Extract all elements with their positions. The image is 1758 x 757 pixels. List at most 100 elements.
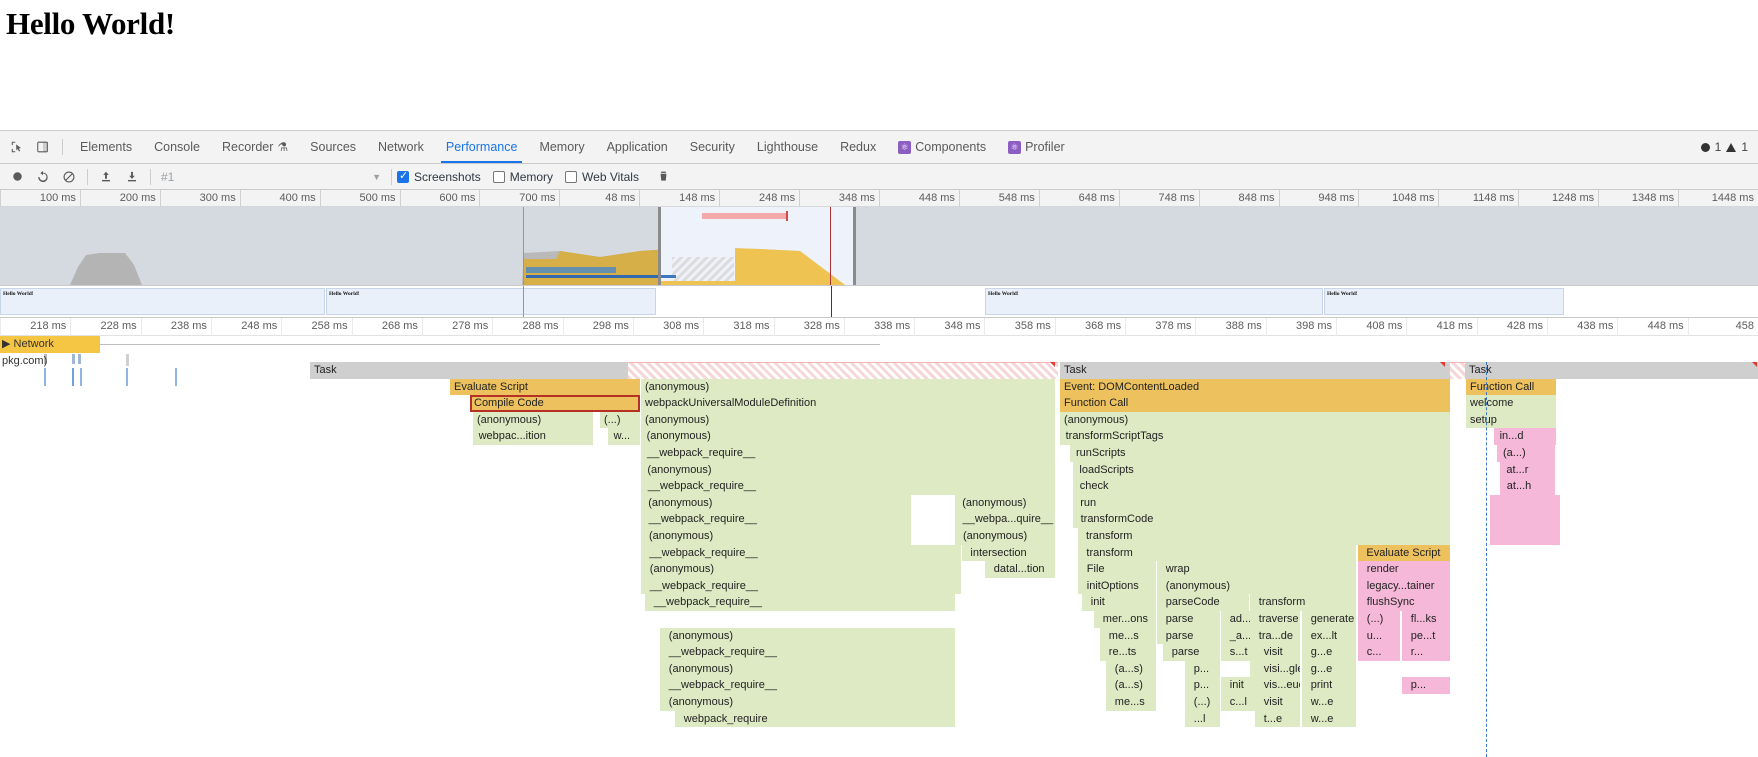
flamechart-bar[interactable]: Function Call xyxy=(1060,395,1450,412)
flamechart-bar[interactable]: flushSync xyxy=(1358,594,1450,611)
flamechart-bar[interactable]: init xyxy=(1082,594,1156,611)
tab-elements[interactable]: Elements xyxy=(69,131,143,163)
flamechart-bar[interactable]: in...d xyxy=(1494,428,1556,445)
inspect-element-icon[interactable] xyxy=(4,131,30,163)
flamechart-bar[interactable]: fl...ks xyxy=(1402,611,1450,628)
flamechart-bar[interactable]: __webpack_require__ xyxy=(641,478,1055,495)
profile-selector[interactable]: #1 ▼ xyxy=(156,167,386,187)
tab-recorder[interactable]: Recorder ⚗ xyxy=(211,131,299,163)
filmstrip-frame[interactable]: Hello World! xyxy=(1324,288,1564,315)
overview-window-left-handle[interactable] xyxy=(658,207,661,285)
flamechart-bar[interactable]: transform xyxy=(1078,528,1450,545)
flamechart-bar[interactable]: (anonymous) xyxy=(641,528,911,545)
tab-memory[interactable]: Memory xyxy=(528,131,595,163)
flamechart-bar[interactable]: ex...lt xyxy=(1302,627,1356,645)
flamechart-bar[interactable]: (anonymous) xyxy=(1060,411,1450,429)
tab-components[interactable]: ⚛ Components xyxy=(887,131,997,163)
flamechart-bar[interactable]: parse xyxy=(1157,627,1220,645)
flamechart-bar[interactable]: setup xyxy=(1466,411,1556,429)
flamechart-bar[interactable]: ...l xyxy=(1185,710,1220,728)
flamechart-bar[interactable]: render xyxy=(1358,561,1450,578)
clear-button[interactable] xyxy=(56,165,82,189)
toggle-device-toolbar-icon[interactable] xyxy=(30,131,56,163)
flamechart-bar[interactable]: __webpack_require__ xyxy=(660,677,955,694)
flamechart-bar[interactable]: __webpack_require__ xyxy=(660,644,955,661)
flamechart-bar[interactable]: Evaluate Script xyxy=(450,378,640,396)
flamechart-bar[interactable]: generate xyxy=(1302,611,1356,628)
flamechart-bar[interactable]: check xyxy=(1073,478,1450,495)
flamechart-bar[interactable]: transformScriptTags xyxy=(1060,428,1450,445)
flamechart-bar[interactable]: (anonymous) xyxy=(641,428,1055,445)
flamechart-bar[interactable]: __webpack_require__ xyxy=(641,577,961,595)
flamechart-bar[interactable] xyxy=(1450,362,1465,379)
flamechart-bar[interactable]: g...e xyxy=(1302,660,1356,678)
filmstrip-frame[interactable]: Hello World! xyxy=(326,288,656,315)
filmstrip-frame[interactable]: Hello World! xyxy=(985,288,1323,315)
flamechart-bar[interactable]: (anonymous) xyxy=(660,660,955,678)
flamechart-bar[interactable]: (anonymous) xyxy=(641,561,961,578)
flamechart-bar[interactable]: t...e xyxy=(1255,710,1300,728)
tab-redux[interactable]: Redux xyxy=(829,131,887,163)
tab-sources[interactable]: Sources xyxy=(299,131,367,163)
flamechart-bar[interactable]: re...ts xyxy=(1100,644,1156,661)
tab-console[interactable]: Console xyxy=(143,131,211,163)
flamechart-bar[interactable] xyxy=(1490,494,1560,512)
reload-and-profile-button[interactable] xyxy=(30,165,56,189)
tab-profiler[interactable]: ⚛ Profiler xyxy=(997,131,1076,163)
flamechart-bar[interactable]: (a...) xyxy=(1497,445,1555,462)
overview-window-right-handle[interactable] xyxy=(853,207,856,285)
flamechart-bar[interactable]: Task xyxy=(1465,362,1758,379)
flamechart-bar[interactable]: initOptions xyxy=(1078,577,1156,595)
flamechart-bar[interactable]: mer...ons xyxy=(1094,611,1156,628)
flamechart-bar[interactable]: (anonymous) xyxy=(660,627,955,645)
timeline-overview[interactable]: 100 ms 200 ms 300 ms 400 ms 500 ms 600 ms 700 … xyxy=(0,190,1758,286)
load-profile-button[interactable] xyxy=(93,165,119,189)
flamechart-bar[interactable]: transform xyxy=(1078,544,1356,562)
flamechart-bar[interactable]: u... xyxy=(1358,627,1400,645)
flamechart-bar[interactable]: w...e xyxy=(1302,694,1356,711)
flamechart-bar[interactable]: p... xyxy=(1185,660,1220,678)
flamechart-bar[interactable]: webpackUniversalModuleDefinition xyxy=(641,395,1055,412)
flamechart-bar[interactable]: me...s xyxy=(1100,627,1156,645)
overview-graph-area[interactable] xyxy=(0,207,1758,285)
network-request-bar[interactable] xyxy=(100,344,880,345)
flamechart-bar[interactable]: (anonymous) xyxy=(473,411,593,429)
flamechart-bar[interactable]: (a...s) xyxy=(1106,660,1156,678)
flamechart-bar[interactable]: (anonymous) xyxy=(660,694,955,711)
filmstrip-frame[interactable]: Hello World! xyxy=(0,288,325,315)
flamechart-bar[interactable]: (...) xyxy=(1185,694,1220,711)
flamechart-bar[interactable]: traverse xyxy=(1250,611,1300,628)
tab-lighthouse[interactable]: Lighthouse xyxy=(746,131,829,163)
tab-application[interactable]: Application xyxy=(596,131,679,163)
flamechart-bar[interactable]: intersection xyxy=(962,544,1055,562)
flamechart-bar[interactable]: w...e xyxy=(1302,710,1356,728)
tab-performance[interactable]: Performance xyxy=(435,131,529,163)
flamechart-bar[interactable]: transform xyxy=(1250,594,1356,611)
flamechart-bar[interactable]: Event: DOMContentLoaded xyxy=(1060,378,1450,396)
flamechart-bar[interactable]: p... xyxy=(1185,677,1220,694)
flamechart-bar[interactable]: (anonymous) xyxy=(1157,577,1356,595)
flamechart-bar[interactable]: visit xyxy=(1255,644,1300,661)
checkbox-web-vitals[interactable]: Web Vitals xyxy=(565,170,639,184)
flamechart-bar[interactable]: (anonymous) xyxy=(641,494,911,512)
flamechart-bar[interactable]: webpac...ition xyxy=(473,428,593,445)
flamechart-bar[interactable]: parseCode xyxy=(1157,594,1249,611)
flamechart-bar[interactable]: c... xyxy=(1358,644,1400,661)
flamechart-bar[interactable]: legacy...tainer xyxy=(1358,577,1450,595)
checkbox-box[interactable] xyxy=(397,170,409,183)
flamechart-bar[interactable]: at...h xyxy=(1500,478,1555,495)
tab-security[interactable]: Security xyxy=(679,131,746,163)
flamechart-bar[interactable]: (a...s) xyxy=(1106,677,1156,694)
collect-garbage-button[interactable] xyxy=(651,165,677,189)
checkbox-memory[interactable]: Memory xyxy=(492,170,553,184)
flamechart-bar[interactable]: __webpack_require__ xyxy=(641,445,1055,462)
flamechart-bar[interactable] xyxy=(1490,528,1560,545)
flamechart-bar[interactable]: datal...tion xyxy=(985,561,1055,578)
checkbox-box[interactable] xyxy=(565,170,578,183)
flamechart-bar[interactable]: wrap xyxy=(1157,561,1356,578)
flamechart-bar[interactable]: run xyxy=(1073,494,1450,512)
checkbox-screenshots[interactable]: Screenshots xyxy=(397,170,481,184)
flamechart-bar[interactable]: Task xyxy=(1060,362,1450,379)
flamechart-bar[interactable]: __webpack_require__ xyxy=(645,594,955,611)
record-button[interactable] xyxy=(4,165,30,189)
